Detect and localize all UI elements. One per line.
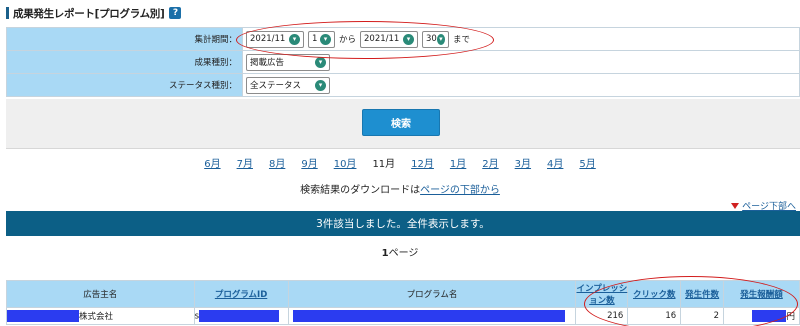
report-table: 広告主名 プログラムID プログラム名 インプレッション数 クリック数 発生件数… [6,280,800,325]
header-program-id[interactable]: プログラムID [193,280,289,308]
month-link: 11月 [372,159,396,170]
type-label: 成果種別： [6,50,243,74]
type-row: 成果種別： 掲載広告 ▾ [6,50,800,74]
month-link[interactable]: 8月 [261,155,293,171]
month-link[interactable]: 7月 [229,155,261,171]
from-text: から [339,35,357,45]
download-link[interactable]: ページの下部から [420,185,500,196]
month-link[interactable]: 9月 [293,155,325,171]
header-reward[interactable]: 発生報酬額 [723,280,800,308]
month-link[interactable]: 2月 [474,155,506,171]
redaction [7,310,79,323]
header-clicks[interactable]: クリック数 [627,280,682,308]
end-day-select[interactable]: 30 ▾ [422,30,450,48]
result-banner: 3件該当しました。全件表示します。 [6,211,800,236]
cell-program-id: s [193,307,289,325]
header-impressions[interactable]: インプレッション数 [575,280,629,308]
type-select[interactable]: 掲載広告 ▾ [246,53,330,71]
cell-program-name[interactable] [287,307,577,325]
status-row: ステータス種別： 全ステータス ▾ [6,73,800,97]
month-link[interactable]: 1月 [442,155,474,171]
redaction [292,310,565,322]
month-nav: 6月 7月 8月 9月 10月 11月 12月 1月 2月 3月 4月 5月 [0,155,800,171]
header-program-name: プログラム名 [287,280,577,308]
period-row: 集計期間： 2021/11 ▾ 1 ▾ から 2021/11 ▾ 30 ▾ まで [6,27,800,51]
chevron-down-icon: ▾ [315,56,326,68]
title-marker [6,7,9,19]
status-select[interactable]: 全ステータス ▾ [246,76,330,94]
month-link[interactable]: 10月 [326,155,365,171]
header-occurrences[interactable]: 発生件数 [680,280,725,308]
redaction [752,310,787,323]
month-link[interactable]: 6月 [196,155,228,171]
filter-form: 集計期間： 2021/11 ▾ 1 ▾ から 2021/11 ▾ 30 ▾ まで… [6,27,800,97]
table-row: 株式会社 s 216 16 2 円 [6,307,800,325]
cell-reward: 円 [723,307,800,325]
search-area: 検索 [6,99,800,149]
end-month-select[interactable]: 2021/11 ▾ [360,30,419,48]
search-button[interactable]: 検索 [362,109,440,136]
redaction [199,310,280,322]
month-link[interactable]: 12月 [403,155,442,171]
until-text: まで [453,35,471,45]
period-label: 集計期間： [6,27,243,51]
cell-clicks: 16 [627,307,682,325]
start-month-select[interactable]: 2021/11 ▾ [246,30,304,48]
cell-occurrences: 2 [680,307,725,325]
chevron-down-icon: ▾ [436,33,446,45]
chevron-down-icon: ▾ [320,33,331,45]
cell-impressions: 216 [575,307,629,325]
status-label: ステータス種別： [6,73,243,97]
chevron-down-icon: ▾ [289,33,300,45]
chevron-down-icon: ▾ [315,79,326,91]
chevron-down-icon: ▾ [403,33,415,45]
start-day-select[interactable]: 1 ▾ [308,30,335,48]
month-link[interactable]: 4月 [539,155,571,171]
header-advertiser: 広告主名 [6,280,195,308]
table-header-row: 広告主名 プログラムID プログラム名 インプレッション数 クリック数 発生件数… [6,280,800,308]
triangle-down-icon [731,202,740,209]
page-title: 成果発生レポート[プログラム別] [13,7,165,20]
month-link[interactable]: 3月 [507,155,539,171]
month-link[interactable]: 5月 [571,155,603,171]
help-icon[interactable]: ? [169,7,182,19]
cell-advertiser: 株式会社 [6,307,195,325]
download-notice: 検索結果のダウンロードはページの下部から [300,185,500,196]
page-header: 成果発生レポート[プログラム別] ? [0,0,800,26]
page-count: 1ページ [381,248,419,259]
